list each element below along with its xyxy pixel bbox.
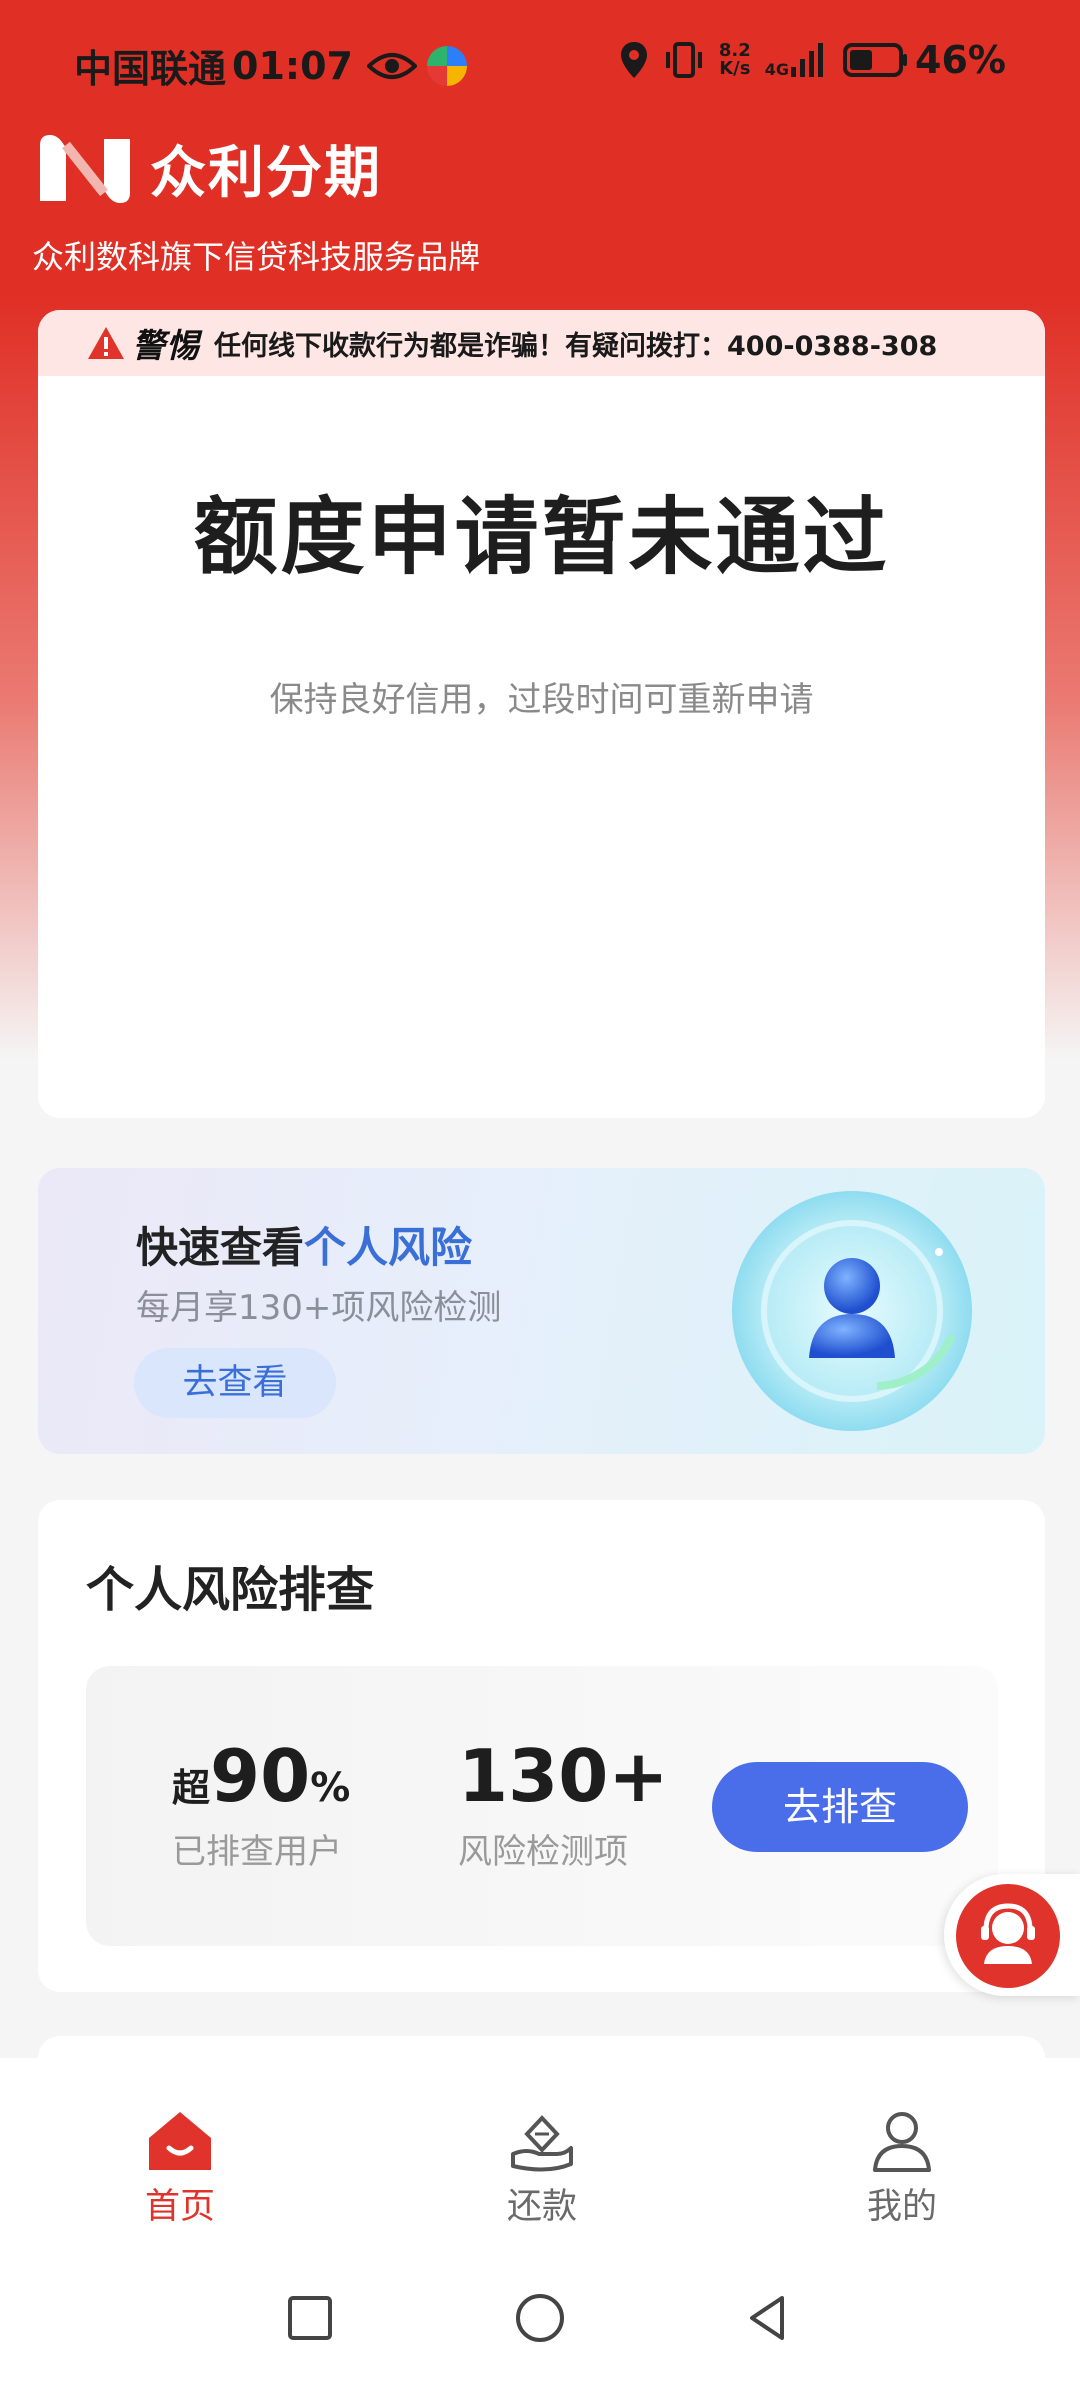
cell-signal: 4G (765, 41, 829, 79)
app-screen: 中国联通 01:07 8.2 K/s 4G 46% 众利分期 众利数科旗下信贷科… (0, 0, 1080, 2388)
system-navigation-bar (0, 2258, 1080, 2388)
stat1-unit: % (310, 1765, 351, 1811)
headset-agent-icon (981, 1903, 1035, 1964)
status-right: 8.2 K/s 4G 46% (605, 38, 1006, 82)
brand-header: 众利分期 (34, 128, 382, 209)
nav-repay[interactable]: 还款 (462, 2108, 622, 2229)
back-triangle-icon[interactable] (738, 2288, 798, 2348)
clock: 01:07 (232, 43, 353, 88)
recent-apps-icon[interactable] (280, 2288, 340, 2348)
repay-hand-icon (511, 2115, 573, 2172)
banner-title: 快速查看个人风险 (136, 1214, 472, 1275)
stat2-value: 130+ (458, 1734, 669, 1818)
status-bar: 中国联通 01:07 8.2 K/s 4G 46% (0, 0, 1080, 130)
signal-icon (791, 43, 824, 77)
network-speed: 8.2 K/s (719, 42, 751, 78)
screened-users-stat: 超90% 已排查用户 (172, 1734, 350, 1873)
risk-promo-banner[interactable]: 快速查看个人风险 每月享130+项风险检测 去查看 (38, 1168, 1045, 1454)
carrier-name: 中国联通 (74, 47, 227, 91)
nav-home-label: 首页 (144, 2187, 215, 2227)
start-risk-check-button[interactable]: 去排查 (712, 1762, 968, 1852)
network-type: 4G (764, 60, 790, 79)
risk-check-title: 个人风险排查 (86, 1562, 375, 1618)
home-circle-icon[interactable] (510, 2288, 570, 2348)
brand-logo-icon (40, 134, 130, 203)
warning-tag: 警惕 (132, 326, 200, 365)
fraud-warning-bar: 警惕 任何线下收款行为都是诈骗！有疑问拨打：400-0388-308 (38, 310, 1045, 376)
nav-repay-label: 还款 (506, 2187, 577, 2227)
warning-triangle-icon (88, 327, 124, 359)
view-risk-button[interactable]: 去查看 (134, 1348, 336, 1418)
app-notification-icon (426, 45, 467, 86)
status-title: 额度申请暂未通过 (193, 488, 890, 586)
battery-percent: 46% (915, 38, 1006, 82)
bottom-navigation: 首页 还款 我的 (0, 2058, 1080, 2258)
battery-icon (843, 43, 908, 77)
risk-items-stat: 130+ 风险检测项 (458, 1734, 669, 1873)
risk-avatar-illustration-icon (732, 1191, 972, 1431)
vibrate-icon (665, 42, 702, 78)
speed-unit: K/s (719, 58, 751, 79)
stat1-value: 90 (210, 1734, 311, 1818)
stat1-label: 已排查用户 (172, 1832, 342, 1872)
status-subtitle: 保持良好信用，过段时间可重新申请 (269, 680, 814, 720)
risk-check-card: 个人风险排查 超90% 已排查用户 130+ 风险检测项 去排查 (38, 1500, 1045, 1992)
nav-mine-label: 我的 (866, 2187, 937, 2227)
customer-service-circle (956, 1884, 1060, 1988)
home-icon (149, 2112, 211, 2170)
brand-tagline: 众利数科旗下信贷科技服务品牌 (32, 238, 481, 276)
customer-service-button[interactable] (944, 1874, 1080, 1996)
eye-icon (366, 52, 417, 79)
banner-subtitle: 每月享130+项风险检测 (136, 1288, 502, 1328)
location-icon (620, 42, 647, 78)
brand-name: 众利分期 (150, 141, 382, 206)
stat1-prefix: 超 (172, 1766, 211, 1810)
banner-title-prefix: 快速查看 (136, 1223, 305, 1272)
stat2-label: 风险检测项 (458, 1832, 628, 1872)
status-left: 中国联通 01:07 (74, 38, 467, 93)
warning-text: 任何线下收款行为都是诈骗！有疑问拨打：400-0388-308 (214, 330, 938, 362)
application-status-card: 警惕 任何线下收款行为都是诈骗！有疑问拨打：400-0388-308 额度申请暂… (38, 310, 1045, 1118)
nav-mine[interactable]: 我的 (822, 2108, 982, 2229)
nav-home[interactable]: 首页 (100, 2108, 260, 2229)
banner-title-highlight: 个人风险 (304, 1223, 473, 1272)
user-profile-icon (873, 2112, 931, 2172)
risk-stats-panel: 超90% 已排查用户 130+ 风险检测项 去排查 (86, 1666, 998, 1946)
